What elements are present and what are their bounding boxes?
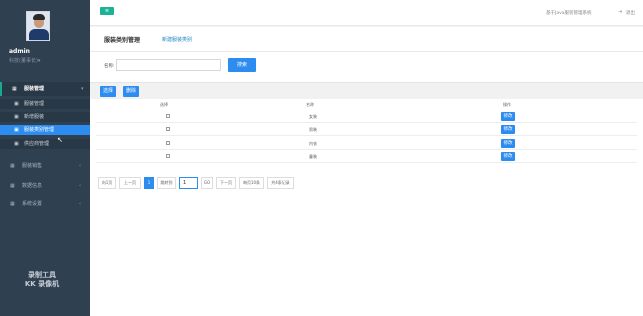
table-row: 男装 修改 bbox=[96, 123, 637, 136]
sub-item-clothing-category[interactable]: ▣ 服装类别管理 bbox=[0, 125, 90, 135]
goto-page-input[interactable]: 1 bbox=[179, 177, 198, 189]
logout-icon[interactable]: ⇥ bbox=[618, 9, 622, 15]
watermark-line: 录制工具 bbox=[28, 271, 56, 279]
new-category-link[interactable]: 新建服装类别 bbox=[162, 36, 192, 43]
menu-toggle-button[interactable]: ≡ bbox=[100, 7, 114, 15]
current-page[interactable]: 1 bbox=[144, 177, 154, 189]
sub-item-add-clothing[interactable]: ▣ 新增服装 bbox=[0, 112, 90, 122]
nav-group-system-settings[interactable]: ▦ 系统设置 ‹ bbox=[0, 197, 90, 211]
grid-icon: ▦ bbox=[12, 86, 17, 92]
sub-item-label: 新增服装 bbox=[24, 114, 45, 120]
calendar-icon: ▣ bbox=[14, 101, 19, 107]
delete-button[interactable]: 删除 bbox=[123, 86, 139, 97]
column-header-select: 选择 bbox=[160, 102, 168, 107]
calendar-icon: ▣ bbox=[14, 114, 19, 120]
edit-button[interactable]: 修改 bbox=[501, 139, 515, 148]
nav-group-data-info[interactable]: ▦ 数据信息 ‹ bbox=[0, 179, 90, 193]
nav-group-label: 数据信息 bbox=[22, 183, 43, 189]
chevron-left-icon: ‹ bbox=[79, 183, 81, 189]
chevron-left-icon: ‹ bbox=[79, 201, 81, 207]
top-bar: ≡ 基于Java服装管理系统 ⇥ 退出 bbox=[90, 0, 643, 26]
prev-page-button[interactable]: 上一页 bbox=[119, 177, 141, 189]
sub-item-label: 服装管理 bbox=[24, 101, 45, 107]
site-title: 基于Java服装管理系统 bbox=[546, 11, 592, 16]
category-name: 童装 bbox=[309, 154, 317, 159]
grid-icon: ▦ bbox=[10, 201, 15, 207]
edit-button[interactable]: 修改 bbox=[501, 152, 515, 161]
grid-icon: ▦ bbox=[10, 163, 15, 169]
nav-group-label: 服装销售 bbox=[22, 163, 43, 169]
grid-icon: ▦ bbox=[10, 183, 15, 189]
sub-item-supplier[interactable]: ▣ 供应商管理 bbox=[0, 139, 90, 149]
nav-group-label: 系统设置 bbox=[22, 201, 43, 207]
row-checkbox[interactable] bbox=[166, 154, 170, 158]
next-page-button[interactable]: 下一页 bbox=[216, 177, 236, 189]
logout-link[interactable]: 退出 bbox=[626, 10, 635, 16]
calendar-icon: ▣ bbox=[14, 141, 19, 147]
category-name: 内衣 bbox=[309, 141, 317, 146]
sub-item-clothing-management[interactable]: ▣ 服装管理 bbox=[0, 99, 90, 109]
per-page-button[interactable]: 每页10条 bbox=[239, 177, 264, 189]
sub-item-label: 供应商管理 bbox=[24, 141, 50, 147]
go-button[interactable]: GO bbox=[201, 177, 213, 189]
page-title: 服装类别管理 bbox=[104, 37, 141, 44]
edit-button[interactable]: 修改 bbox=[501, 125, 515, 134]
sub-item-label: 服装类别管理 bbox=[24, 127, 55, 133]
watermark-line: KK 录像机 bbox=[24, 280, 60, 288]
category-name: 男装 bbox=[309, 127, 317, 132]
user-avatar[interactable] bbox=[26, 11, 50, 41]
table-toolbar: 选择 删除 bbox=[90, 82, 643, 99]
first-page-button[interactable]: 向1页 bbox=[98, 177, 116, 189]
recorder-watermark: 录制工具 KK 录像机 bbox=[12, 271, 72, 289]
row-checkbox[interactable] bbox=[166, 141, 170, 145]
sidebar: admin 科技(董事长)▾ ▦ 服装管理 ▾ ▣ 服装管理 ▣ 新增服装 ▣ … bbox=[0, 0, 90, 316]
mouse-cursor-icon: ↖ bbox=[57, 136, 63, 144]
column-header-name: 名称 bbox=[306, 102, 314, 107]
search-label: 名称: bbox=[104, 64, 115, 69]
nav-group-label: 服装管理 bbox=[24, 86, 45, 92]
nav-group-clothing-sales[interactable]: ▦ 服装销售 ‹ bbox=[0, 159, 90, 173]
category-name: 女装 bbox=[309, 114, 317, 119]
panel-header: 服装类别管理 新建服装类别 bbox=[90, 27, 643, 52]
user-name[interactable]: admin bbox=[9, 48, 30, 55]
row-checkbox[interactable] bbox=[166, 127, 170, 131]
nav-group-clothing-management[interactable]: ▦ 服装管理 ▾ bbox=[0, 82, 90, 96]
chevron-down-icon: ▾ bbox=[81, 86, 84, 92]
row-checkbox[interactable] bbox=[166, 114, 170, 118]
user-role-dropdown[interactable]: 科技(董事长)▾ bbox=[9, 57, 40, 64]
table-row: 童装 修改 bbox=[96, 150, 637, 163]
total-records: 共4条记录 bbox=[267, 177, 294, 189]
table-row: 女装 修改 bbox=[96, 110, 637, 123]
table-row: 内衣 修改 bbox=[96, 137, 637, 150]
main-panel: 服装类别管理 新建服装类别 名称: 搜索 选择 删除 选择 名称 操作 女装 修… bbox=[90, 27, 643, 316]
column-header-action: 操作 bbox=[503, 102, 511, 107]
search-button[interactable]: 搜索 bbox=[228, 58, 256, 72]
goto-label: 跳转到 bbox=[157, 177, 176, 189]
select-button[interactable]: 选择 bbox=[100, 86, 116, 97]
chevron-left-icon: ‹ bbox=[79, 163, 81, 169]
calendar-icon: ▣ bbox=[14, 127, 19, 133]
edit-button[interactable]: 修改 bbox=[501, 112, 515, 121]
name-search-input[interactable] bbox=[116, 59, 221, 71]
